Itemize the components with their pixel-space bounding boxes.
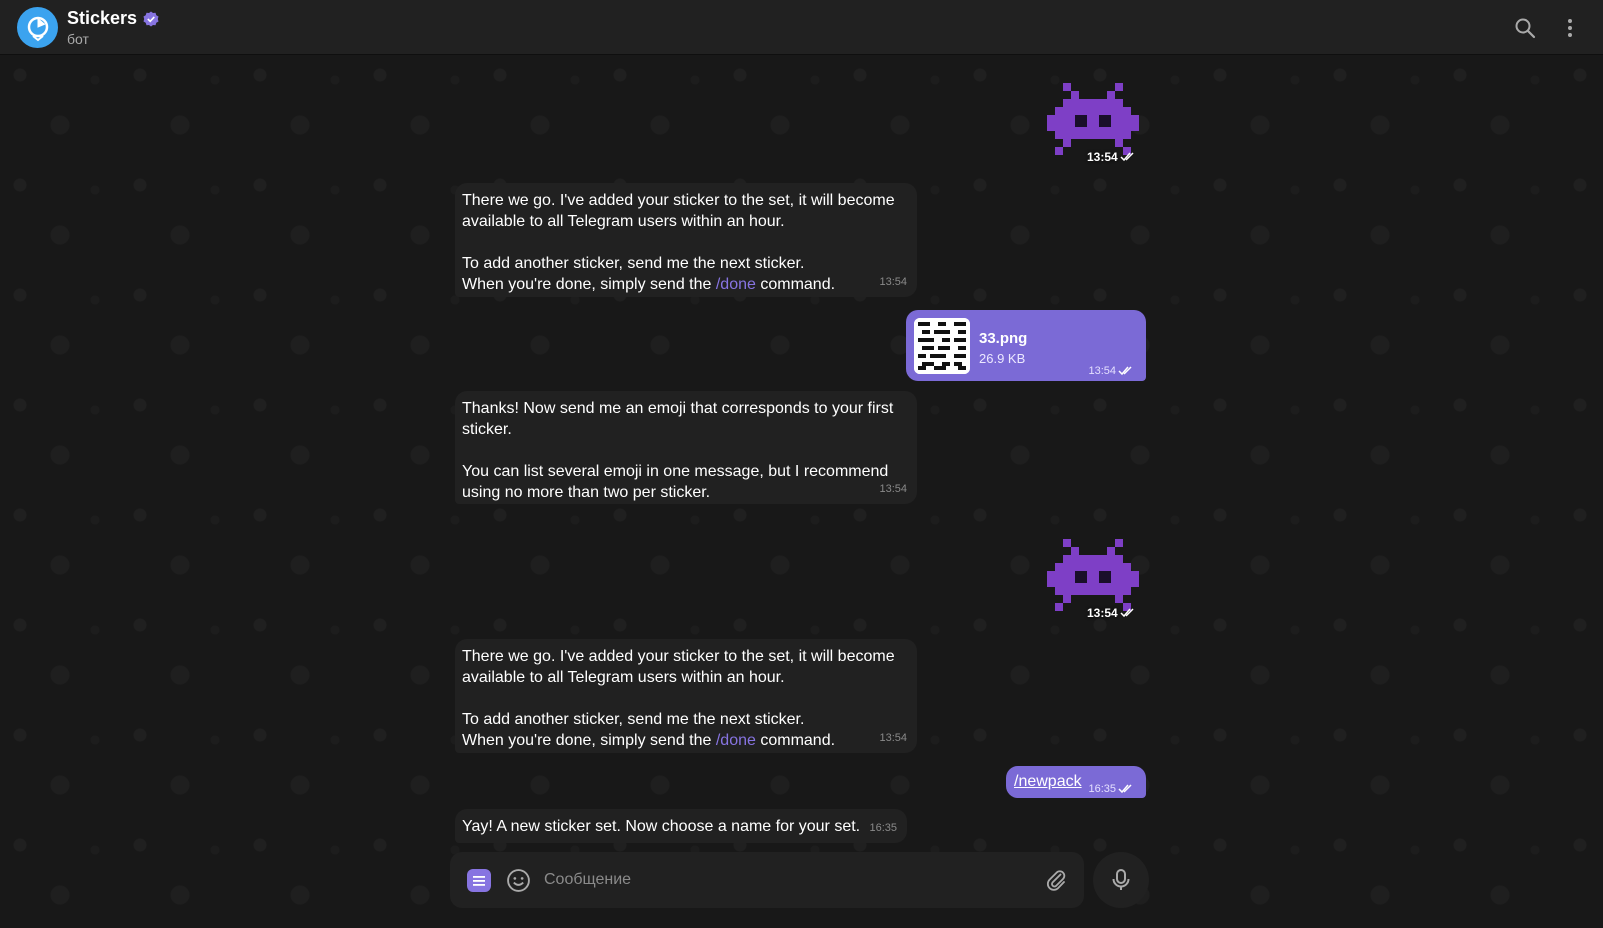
double-check-icon [1120,152,1134,162]
stickers-logo-icon [27,16,48,41]
microphone-icon [1112,869,1130,890]
message-composer [450,852,1084,908]
time-text: 13:54 [1088,365,1116,377]
attach-icon[interactable] [1044,868,1068,892]
bot-menu-button[interactable] [467,869,491,892]
message-text: When you're done, simply send the /done … [462,274,909,295]
message-time: 13:54 [879,483,907,495]
verified-icon [143,11,159,26]
incoming-message[interactable]: There we go. I've added your sticker to … [455,639,917,753]
text-span: When you're done, simply send the [462,732,716,749]
chat-title[interactable]: Stickers [67,8,137,29]
sticker-time-text: 13:54 [1087,606,1118,620]
message-time: 13:54 [879,276,907,288]
message-text: To add another sticker, send me the next… [462,255,805,272]
double-check-icon [1118,784,1132,794]
chat-subtitle: бот [67,31,89,47]
message-list[interactable]: 13:54 There we go. I've added your stick… [0,55,1603,928]
file-name: 33.png [979,330,1028,347]
message-text: You can list several emoji in one messag… [462,463,889,501]
sticker-time-text: 13:54 [1087,150,1118,164]
sticker-timestamp: 13:54 [1087,150,1136,164]
outgoing-file-message[interactable]: 33.png 26.9 KB 13:54 [906,310,1146,381]
voice-record-button[interactable] [1093,852,1149,908]
message-text: When you're done, simply send the /done … [462,730,909,751]
emoji-icon[interactable] [506,868,531,893]
text-span: When you're done, simply send the [462,276,716,293]
more-vertical-icon [1568,19,1572,37]
outgoing-command-message[interactable]: /newpack 16:35 [1006,766,1146,798]
message-text: Yay! A new sticker set. Now choose a nam… [462,818,861,835]
double-check-icon [1120,608,1134,618]
message-text: To add another sticker, send me the next… [462,711,805,728]
search-button[interactable] [1513,16,1537,40]
message-text: Thanks! Now send me an emoji that corres… [462,400,894,438]
bot-avatar[interactable] [17,7,58,48]
chat-header: Stickers бот [0,0,1603,55]
space-invader-sticker[interactable] [1047,79,1139,159]
text-span: command. [755,732,836,749]
message-input[interactable] [544,867,1024,893]
message-text: There we go. I've added your sticker to … [462,192,895,230]
sticker-timestamp: 13:54 [1087,606,1136,620]
message-text: There we go. I've added your sticker to … [462,648,895,686]
incoming-message[interactable]: Thanks! Now send me an emoji that corres… [455,391,917,504]
message-time: 13:54 [1088,365,1134,377]
file-thumbnail[interactable] [914,318,970,374]
time-text: 16:35 [1088,783,1116,795]
newpack-command-link[interactable]: /newpack [1014,773,1082,791]
double-check-icon [1118,366,1132,376]
search-icon [1515,18,1536,39]
space-invader-sticker[interactable] [1047,535,1139,615]
message-time: 13:54 [879,732,907,744]
file-preview-image [914,318,970,374]
message-time: 16:35 [869,822,897,834]
message-time: 16:35 [1088,783,1134,795]
incoming-message[interactable]: Yay! A new sticker set. Now choose a nam… [455,809,907,843]
done-command-link[interactable]: /done [716,276,756,293]
done-command-link[interactable]: /done [716,732,756,749]
text-span: command. [755,276,836,293]
incoming-message[interactable]: There we go. I've added your sticker to … [455,183,917,297]
menu-icon [473,875,485,886]
file-size: 26.9 KB [979,351,1026,366]
more-options-button[interactable] [1558,16,1582,40]
